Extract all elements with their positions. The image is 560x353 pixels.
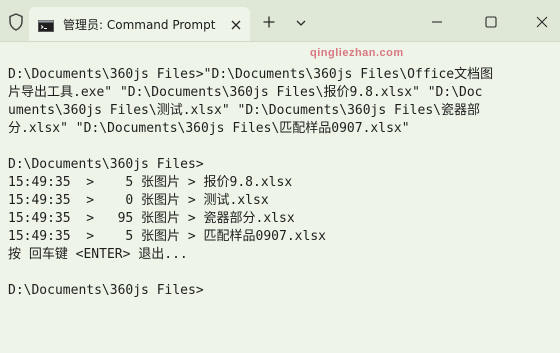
console-line: 分.xlsx" "D:\Documents\360js Files\匹配样品09… — [8, 121, 410, 136]
title-bar: 管理员: Command Prompt — [0, 0, 560, 42]
maximize-icon — [485, 16, 497, 28]
minimize-icon — [432, 21, 442, 23]
console-prompt-line: D:\Documents\360js Files> — [8, 283, 204, 298]
console-line: D:\Documents\360js Files> — [8, 157, 204, 172]
cmd-icon — [38, 17, 54, 32]
console-line: 片导出工具.exe" "D:\Documents\360js Files\报价9… — [8, 85, 483, 100]
watermark: qingliezhan.com — [310, 47, 404, 59]
console-line: 15:49:35 > 0 张图片 > 测试.xlsx — [8, 193, 269, 208]
maximize-button[interactable] — [484, 14, 498, 28]
console-output[interactable]: D:\Documents\360js Files>"D:\Documents\3… — [8, 66, 556, 300]
titlebar-divider — [0, 41, 560, 42]
terminal-window: 管理员: Command Prompt qingliezhan.com D:\D… — [0, 0, 560, 353]
console-line: 按 回车键 <ENTER> 退出... — [8, 247, 188, 262]
console-line: 15:49:35 > 5 张图片 > 匹配样品0907.xlsx — [8, 229, 326, 244]
new-tab-button[interactable] — [262, 14, 276, 28]
console-line: 15:49:35 > 95 张图片 > 瓷器部分.xlsx — [8, 211, 295, 226]
close-window-button[interactable] — [535, 14, 549, 28]
tab-dropdown-button[interactable] — [294, 15, 308, 29]
shield-icon[interactable] — [6, 12, 26, 32]
tab-title: 管理员: Command Prompt — [63, 18, 216, 32]
close-icon — [536, 16, 548, 28]
minimize-button[interactable] — [430, 14, 444, 28]
plus-icon — [263, 16, 275, 28]
chevron-down-icon — [296, 20, 306, 26]
console-line: uments\360js Files\测试.xlsx" "D:\Document… — [8, 103, 480, 118]
console-line: D:\Documents\360js Files>"D:\Documents\3… — [8, 67, 494, 82]
console-line: 15:49:35 > 5 张图片 > 报价9.8.xlsx — [8, 175, 293, 190]
tab-close-icon[interactable] — [229, 17, 243, 31]
tab-command-prompt[interactable]: 管理员: Command Prompt — [29, 7, 250, 42]
